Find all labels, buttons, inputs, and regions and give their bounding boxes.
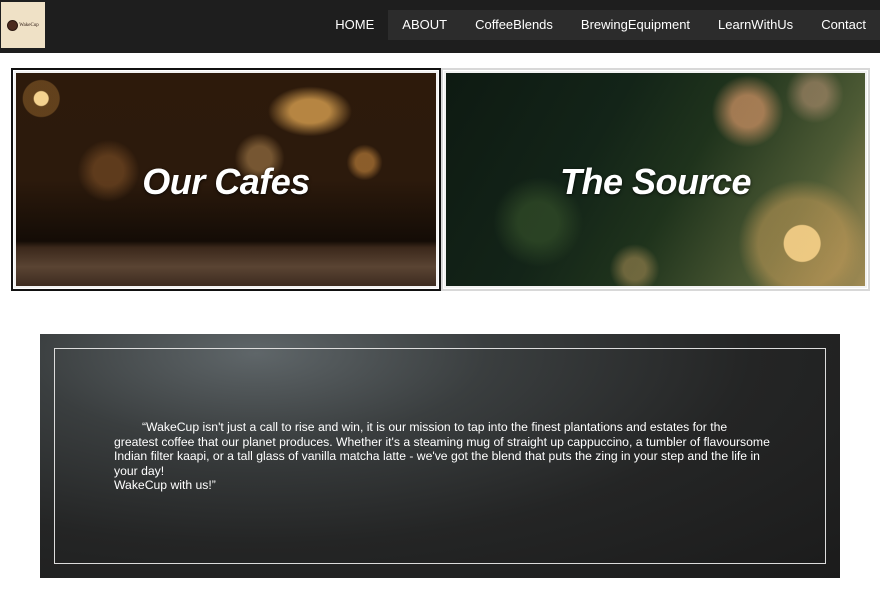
nav-item-learn-with-us[interactable]: LearnWithUs (704, 10, 808, 40)
the-source-tile[interactable]: The Source (441, 68, 870, 291)
main-nav: HOME ABOUT CoffeeBlends BrewingEquipment… (321, 10, 880, 40)
top-navbar: WakeCup HOME ABOUT CoffeeBlends BrewingE… (0, 0, 880, 53)
our-cafes-tile[interactable]: Our Cafes (11, 68, 441, 291)
logo-text: WakeCup (19, 22, 39, 28)
coffee-cup-icon (7, 19, 19, 31)
quote-sign-off: WakeCup with us!” (114, 478, 216, 492)
nav-item-contact[interactable]: Contact (807, 10, 880, 40)
cafes-image: Our Cafes (14, 71, 438, 288)
mission-quote-box: “WakeCup isn't just a call to rise and w… (40, 334, 840, 578)
nav-item-coffee-blends[interactable]: CoffeeBlends (461, 10, 567, 40)
nav-item-brewing-equipment[interactable]: BrewingEquipment (566, 10, 705, 40)
source-image: The Source (444, 71, 867, 288)
mission-quote-text: “WakeCup isn't just a call to rise and w… (114, 420, 770, 478)
nav-item-about[interactable]: ABOUT (388, 10, 462, 40)
our-cafes-title: Our Cafes (142, 161, 310, 202)
the-source-title: The Source (559, 161, 752, 202)
nav-item-home[interactable]: HOME (321, 10, 388, 40)
wakecup-logo[interactable]: WakeCup (1, 2, 45, 48)
